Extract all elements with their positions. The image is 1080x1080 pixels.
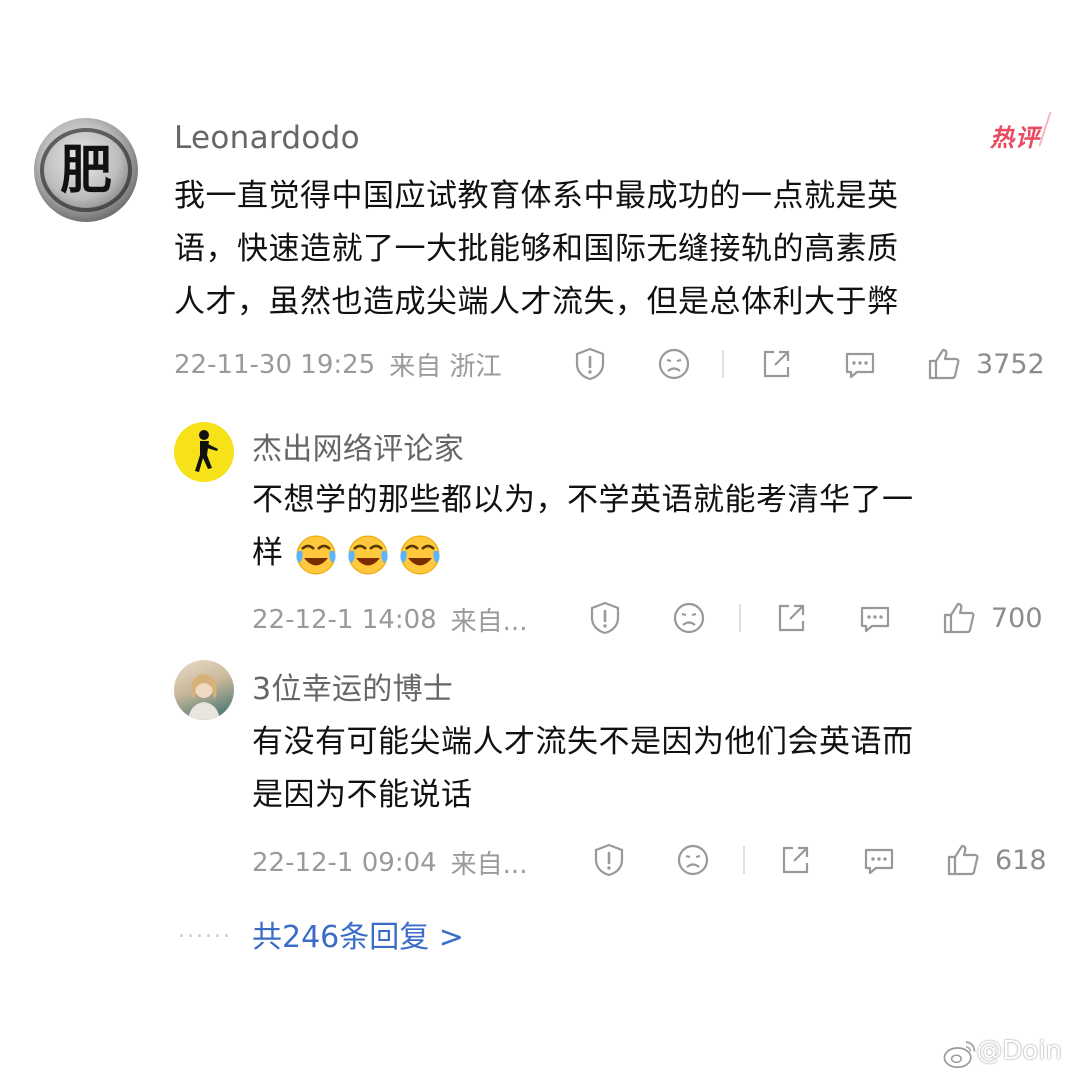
watermark: @Doin <box>942 1036 1062 1069</box>
like-button[interactable]: 618 <box>945 842 1047 878</box>
dislike-icon[interactable] <box>671 600 707 636</box>
main-comment-timestamp: 22-11-30 19:25 <box>174 349 376 380</box>
reply-text: 有没有可能尖端人才流失不是因为他们会英语而 是因为不能说话 <box>252 724 914 813</box>
dislike-icon[interactable] <box>675 842 711 878</box>
reply-text: 不想学的那些都以为，不学英语就能考清华了一 样 <box>252 474 1052 580</box>
view-all-replies-link[interactable]: 共246条回复 > <box>252 912 464 956</box>
main-comment-avatar[interactable]: 肥 <box>34 118 138 222</box>
report-icon[interactable] <box>587 600 623 636</box>
reply-location: 来自... <box>450 607 528 637</box>
report-icon[interactable] <box>591 842 627 878</box>
reply-avatar[interactable] <box>174 660 234 720</box>
action-divider <box>739 604 741 632</box>
like-icon <box>945 842 981 878</box>
action-divider <box>743 846 745 874</box>
comment-icon[interactable] <box>842 346 878 382</box>
hot-comment-badge: 热评 <box>990 118 1040 153</box>
like-icon <box>941 600 977 636</box>
action-divider <box>722 350 724 378</box>
crying-laugh-emoji <box>398 533 442 577</box>
share-icon[interactable] <box>773 600 809 636</box>
reply-actions: 618 <box>591 842 1047 878</box>
main-comment-text: 我一直觉得中国应试教育体系中最成功的一点就是英 语，快速造就了一大批能够和国际无… <box>174 178 899 320</box>
more-replies-dots: ...... <box>178 918 232 943</box>
crying-laugh-emoji <box>346 533 390 577</box>
like-button[interactable]: 700 <box>941 600 1043 636</box>
main-comment-location: 来自 浙江 <box>389 352 502 382</box>
reply-timestamp: 22-12-1 09:04 <box>252 847 437 878</box>
weibo-icon <box>942 1036 976 1069</box>
like-count: 618 <box>995 844 1047 876</box>
dislike-icon[interactable] <box>656 346 692 382</box>
like-count: 700 <box>991 602 1043 634</box>
reply-actions: 700 <box>587 600 1043 636</box>
main-comment-actions: 3752 <box>572 346 1045 382</box>
reply-meta: 22-12-1 09:04 来自... <box>252 844 527 881</box>
svg-text:肥: 肥 <box>60 140 112 201</box>
comment-icon[interactable] <box>857 600 893 636</box>
reply-username[interactable]: 杰出网络评论家 <box>252 424 464 468</box>
like-button[interactable]: 3752 <box>926 346 1045 382</box>
like-icon <box>926 346 962 382</box>
main-comment-meta: 22-11-30 19:25 来自 浙江 <box>174 346 501 383</box>
reply-timestamp: 22-12-1 14:08 <box>252 604 437 635</box>
main-comment-username[interactable]: Leonardodo <box>174 120 360 156</box>
like-count: 3752 <box>976 348 1045 380</box>
reply-avatar[interactable] <box>174 422 234 482</box>
report-icon[interactable] <box>572 346 608 382</box>
reply-location: 来自... <box>450 850 528 880</box>
watermark-text: @Doin <box>976 1036 1062 1066</box>
share-icon[interactable] <box>777 842 813 878</box>
crying-laugh-emoji <box>294 533 338 577</box>
comment-icon[interactable] <box>861 842 897 878</box>
share-icon[interactable] <box>758 346 794 382</box>
reply-username[interactable]: 3位幸运的博士 <box>252 664 453 708</box>
reply-meta: 22-12-1 14:08 来自... <box>252 601 527 638</box>
